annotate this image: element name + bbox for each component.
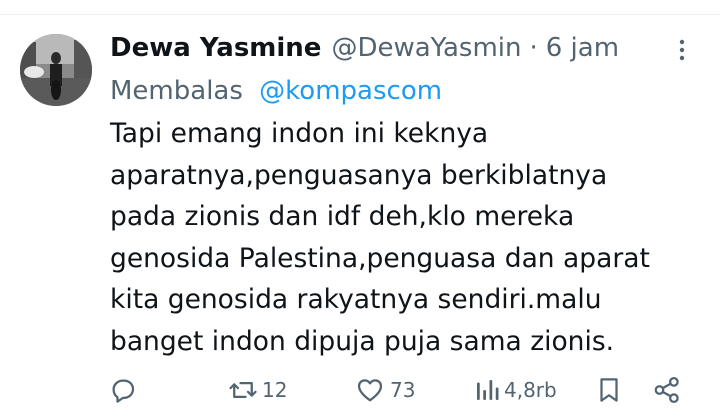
bookmark-button[interactable] [596, 372, 622, 408]
tweet-header: Dewa Yasmine @DewaYasmin · 6 jam [110, 28, 619, 68]
share-button[interactable] [652, 372, 682, 408]
display-name[interactable]: Dewa Yasmine [110, 28, 321, 68]
repost-icon [229, 382, 257, 398]
action-bar: 12 73 4,8rb [0, 372, 720, 408]
avatar-image [20, 34, 92, 106]
tweet-text-line: genosida Palestina,penguasa dan aparat [110, 242, 650, 274]
tweet-text-line: Tapi emang indon ini keknya [110, 118, 489, 149]
timestamp[interactable]: 6 jam [546, 28, 619, 68]
divider [0, 14, 720, 15]
tweet-text-line: kita genosida rakyatnya sendiri.malu [110, 284, 602, 315]
like-count: 73 [390, 378, 416, 402]
views-count: 4,8rb [504, 378, 557, 402]
views-icon [477, 380, 499, 400]
bookmark-icon [600, 378, 618, 402]
views-button[interactable]: 4,8rb [474, 372, 557, 408]
reply-context: Membalas @kompascom [110, 72, 442, 110]
reply-button[interactable] [108, 372, 138, 408]
reply-prefix: Membalas [110, 76, 243, 106]
tweet-text-line: banget indon dipuja puja sama zionis. [110, 325, 615, 357]
more-options-button[interactable] [670, 36, 694, 64]
avatar[interactable] [20, 34, 92, 106]
like-button[interactable]: 73 [354, 372, 415, 408]
heart-icon [357, 379, 383, 402]
repost-button[interactable]: 12 [228, 372, 287, 408]
tweet-text-line: pada zionis dan idf deh,klo mereka [110, 201, 575, 232]
comment-icon [112, 379, 135, 403]
reply-to-link[interactable]: @kompascom [259, 76, 442, 106]
user-handle[interactable]: @DewaYasmin [331, 28, 521, 68]
tweet-text-line: aparatnya,penguasanya berkiblatnya [110, 159, 608, 191]
share-icon [654, 377, 679, 403]
separator-dot: · [529, 33, 538, 63]
repost-count: 12 [262, 378, 288, 402]
more-vertical-icon [679, 39, 685, 61]
tweet-text: Tapi emang indon ini keknya aparatnya,pe… [110, 113, 710, 362]
